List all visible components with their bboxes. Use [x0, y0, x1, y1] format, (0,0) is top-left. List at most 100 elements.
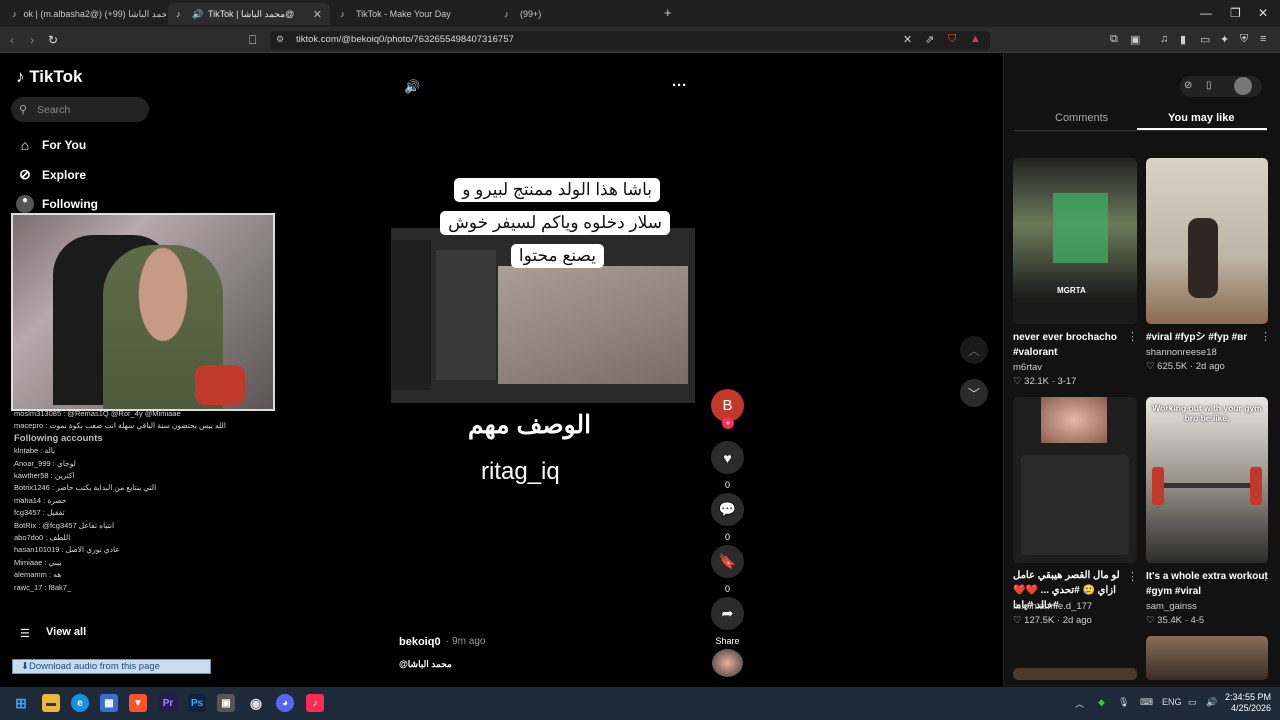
- tiktok-taskbar-icon[interactable]: ♪: [306, 694, 324, 712]
- obs-icon[interactable]: ◉: [247, 694, 265, 712]
- download-audio-bar[interactable]: ⬇ Download audio from this page: [12, 659, 211, 674]
- tray-chevron-icon[interactable]: ︿: [1075, 697, 1084, 710]
- card-more-icon[interactable]: ⋮: [1127, 330, 1138, 343]
- back-icon[interactable]: ‹: [10, 33, 14, 47]
- face-thumb: [1041, 397, 1107, 443]
- language-indicator[interactable]: ENG: [1162, 697, 1182, 707]
- nav-for-you[interactable]: ⌂ For You: [16, 137, 86, 153]
- card-author[interactable]: shannonreese18: [1146, 347, 1217, 358]
- tab-comments[interactable]: Comments: [1055, 112, 1108, 124]
- user-avatar[interactable]: [1234, 77, 1252, 95]
- card-title[interactable]: never ever brochacho #valorant: [1013, 330, 1135, 360]
- video-card-thumb[interactable]: MGRTA: [1013, 158, 1137, 324]
- weight-plate: [1152, 467, 1164, 505]
- save-button[interactable]: 🔖 0: [711, 545, 744, 594]
- sidebar-toggle-icon[interactable]: ▮: [1180, 33, 1186, 46]
- music-disc-avatar[interactable]: [712, 649, 743, 677]
- leo-ai-icon[interactable]: ✦: [1220, 33, 1229, 46]
- device-icon[interactable]: ▯: [1206, 80, 1212, 91]
- brave-rewards-icon[interactable]: ▲: [970, 33, 981, 45]
- stream-chat-overlay: moslm313085 : @Remas1Q @Ror_4y @Mimiaae …: [14, 408, 264, 618]
- forward-icon[interactable]: ›: [30, 33, 34, 47]
- speaker-icon: 🔊: [192, 8, 204, 19]
- mute-site-icon[interactable]: ✕: [903, 33, 912, 46]
- url-text[interactable]: tiktok.com/@bekoiq0/photo/76326554984073…: [296, 34, 514, 45]
- volume-icon[interactable]: 🔊: [404, 79, 420, 95]
- tab-divider: [1014, 130, 1267, 131]
- browser-tab-3[interactable]: ♪ TikTok - Make Your Day: [332, 3, 494, 25]
- overlay-subtitle: ritag_iq: [481, 458, 560, 485]
- mic-icon[interactable]: 🎙: [1118, 697, 1129, 708]
- browser-tab-1[interactable]: ♪ ok | (m.albasha2@) محمد الباشا (99+): [4, 3, 166, 25]
- author-name[interactable]: bekoiq0: [399, 636, 441, 648]
- share-page-icon[interactable]: ⇗: [925, 33, 934, 46]
- compass-small-icon[interactable]: ⊘: [1184, 80, 1192, 91]
- view-all-link[interactable]: View all: [46, 626, 86, 638]
- tab-you-may-like[interactable]: You may like: [1168, 112, 1234, 124]
- minimize-icon[interactable]: —: [1200, 6, 1212, 20]
- windows-start-icon[interactable]: ⊞: [12, 694, 30, 712]
- volume-tray-icon[interactable]: 🔊: [1206, 697, 1217, 708]
- card-more-icon[interactable]: ⋮: [1260, 330, 1271, 343]
- store-icon[interactable]: ▦: [100, 694, 118, 712]
- card-author[interactable]: sam_gainss: [1146, 601, 1197, 612]
- brave-icon[interactable]: ▼: [129, 694, 147, 712]
- card-title[interactable]: #viral #fypシ #fyp #вr: [1146, 330, 1268, 345]
- browser-tab-4[interactable]: ♪ (99+): [496, 3, 658, 25]
- app-icon[interactable]: ▣: [217, 694, 235, 712]
- discord-icon[interactable]: ◕: [276, 694, 294, 712]
- keyboard-icon[interactable]: ⌨: [1140, 697, 1153, 708]
- wallet-icon[interactable]: ▭: [1200, 33, 1210, 46]
- video-card-thumb[interactable]: [1146, 636, 1268, 680]
- site-info-icon[interactable]: ⚙: [276, 34, 284, 45]
- nav-following[interactable]: ● Following: [16, 195, 98, 213]
- reload-icon[interactable]: ↻: [48, 33, 58, 47]
- video-card-thumb[interactable]: [1146, 158, 1268, 324]
- photoshop-icon[interactable]: Ps: [188, 694, 206, 712]
- video-card-thumb[interactable]: [1013, 397, 1137, 563]
- card-author[interactable]: m6rtav: [1013, 362, 1042, 373]
- extensions-icon[interactable]: ⧉: [1110, 33, 1118, 46]
- card-likes: 625.5K: [1157, 361, 1188, 372]
- card-more-icon[interactable]: ⋮: [1127, 570, 1138, 583]
- tiktok-logo[interactable]: ♪ TikTok: [16, 67, 82, 87]
- close-tab-icon[interactable]: ✕: [313, 8, 322, 21]
- previous-video-button[interactable]: ︿: [960, 336, 988, 364]
- search-input[interactable]: [11, 97, 149, 122]
- file-explorer-icon[interactable]: ▬: [42, 694, 60, 712]
- card-author[interactable]: m.o.h.a.m.e.d_177: [1013, 601, 1092, 612]
- share-button[interactable]: ➦ Share: [711, 597, 744, 646]
- save-count: 0: [724, 584, 730, 594]
- follow-plus-icon[interactable]: +: [722, 417, 734, 429]
- tiktok-icon: ♪: [12, 8, 17, 19]
- post-description[interactable]: @محمد الباشا: [399, 659, 452, 670]
- next-video-button[interactable]: ﹀: [960, 379, 988, 407]
- caption-line: سلار دخلوه وياكم لسيفر خوش: [440, 211, 670, 235]
- system-clock[interactable]: 2:34:55 PM 4/25/2026: [1225, 692, 1271, 714]
- card-likes: 32.1K: [1024, 376, 1049, 387]
- browser-tab-2[interactable]: ♪ 🔊 TikTok | محمد الباشا@ ✕: [168, 3, 330, 25]
- screenshot-icon[interactable]: ▣: [1130, 33, 1140, 46]
- video-card-thumb[interactable]: Working out with your gym bro be like.: [1146, 397, 1268, 563]
- new-tab-button[interactable]: +: [664, 5, 672, 20]
- tray-app-icon[interactable]: ◆: [1098, 697, 1105, 708]
- card-title[interactable]: It's a whole extra workout #gym #viral: [1146, 569, 1268, 599]
- comment-button[interactable]: 💬 0: [711, 493, 744, 542]
- card-stats: ♡ 625.5K · 2d ago: [1146, 361, 1225, 372]
- network-icon[interactable]: ▭: [1188, 697, 1197, 708]
- like-button[interactable]: ♥ 0: [711, 441, 744, 490]
- video-card-thumb[interactable]: [1013, 668, 1137, 680]
- edge-icon[interactable]: e: [71, 694, 89, 712]
- vpn-icon[interactable]: ⛨: [1240, 33, 1248, 46]
- brave-shield-icon[interactable]: ⛉: [948, 33, 956, 46]
- close-window-icon[interactable]: ✕: [1258, 6, 1268, 20]
- more-options-icon[interactable]: ···: [672, 77, 687, 94]
- bookmark-icon[interactable]: ⎕: [249, 33, 256, 48]
- card-more-icon[interactable]: ⋮: [1260, 570, 1271, 583]
- menu-icon[interactable]: ≡: [1260, 33, 1266, 45]
- premiere-icon[interactable]: Pr: [159, 694, 177, 712]
- clock-time: 2:34:55 PM: [1225, 692, 1272, 702]
- music-icon[interactable]: ♫: [1160, 33, 1168, 45]
- nav-explore[interactable]: ⊘ Explore: [16, 166, 86, 183]
- restore-icon[interactable]: ❐: [1230, 6, 1241, 20]
